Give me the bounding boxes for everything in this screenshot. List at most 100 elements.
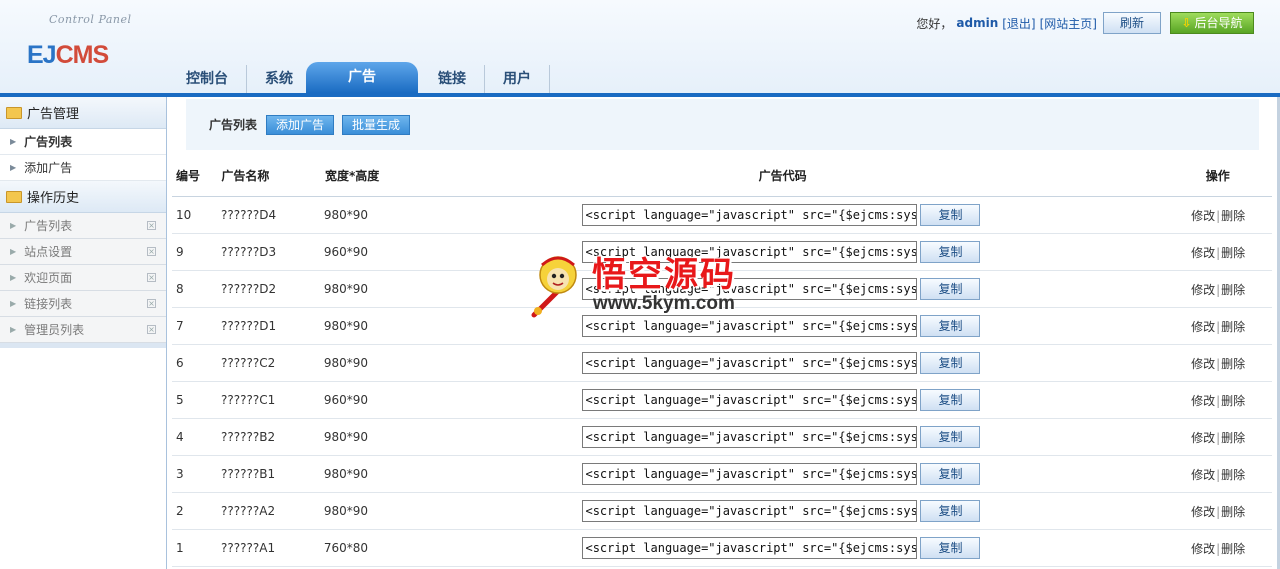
ad-code-field[interactable]: <script language="javascript" src="{$ejc…	[582, 463, 918, 485]
delete-link[interactable]: 删除	[1221, 394, 1245, 408]
toolbar-title: 广告列表	[209, 118, 258, 132]
tab-system[interactable]: 系统	[247, 65, 312, 93]
refresh-button[interactable]: 刷新	[1103, 12, 1161, 34]
row-id: 6	[176, 356, 184, 370]
ad-code-field[interactable]: <script language="javascript" src="{$ejc…	[582, 426, 918, 448]
delete-link[interactable]: 删除	[1221, 209, 1245, 223]
batch-generate-button[interactable]: 批量生成	[342, 114, 411, 135]
row-id: 9	[176, 245, 184, 259]
close-icon[interactable]: ×	[147, 247, 156, 256]
edit-link[interactable]: 修改	[1191, 246, 1215, 260]
sidebar-footer	[0, 343, 166, 348]
edit-link[interactable]: 修改	[1191, 431, 1215, 445]
header-size: 宽度*高度	[324, 169, 380, 183]
copy-button[interactable]: 复制	[920, 315, 981, 337]
sidebar-item-add-ad[interactable]: ▶ 添加广告	[0, 155, 166, 181]
sidebar-section-history[interactable]: 操作历史	[0, 181, 166, 213]
separator: |	[1216, 541, 1221, 556]
copy-button[interactable]: 复制	[920, 204, 981, 226]
delete-link[interactable]: 删除	[1221, 431, 1245, 445]
site-home-link[interactable]: [网站主页]	[1040, 15, 1097, 32]
row-name: ??????D4	[221, 208, 277, 222]
row-id: 2	[176, 504, 184, 518]
edit-link[interactable]: 修改	[1191, 283, 1215, 297]
folder-icon	[6, 190, 22, 203]
delete-link[interactable]: 删除	[1221, 283, 1245, 297]
close-icon[interactable]: ×	[147, 221, 156, 230]
table-row: 1 ??????A1 760*80 <script language="javascr…	[172, 530, 1272, 567]
row-actions: 修改|删除	[1164, 244, 1272, 261]
edit-link[interactable]: 修改	[1191, 468, 1215, 482]
triangle-icon: ▶	[10, 273, 17, 282]
row-code-cell: <script language="javascript" src="{$ejc…	[582, 426, 982, 448]
edit-link[interactable]: 修改	[1191, 542, 1215, 556]
tab-ads[interactable]: 广告	[306, 62, 418, 93]
row-id: 5	[176, 393, 184, 407]
table-row: 4 ??????B2 980*90 <script language="javascr…	[172, 419, 1272, 456]
separator: |	[1216, 393, 1221, 408]
copy-button[interactable]: 复制	[920, 426, 981, 448]
row-id: 4	[176, 430, 184, 444]
copy-button[interactable]: 复制	[920, 500, 981, 522]
row-size: 980*90	[323, 504, 369, 518]
edit-link[interactable]: 修改	[1191, 505, 1215, 519]
separator: |	[1216, 356, 1221, 371]
ad-code-field[interactable]: <script language="javascript" src="{$ejc…	[582, 204, 918, 226]
row-code-cell: <script language="javascript" src="{$ejc…	[582, 463, 982, 485]
header-code: 广告代码	[758, 169, 807, 183]
row-code-cell: <script language="javascript" src="{$ejc…	[582, 352, 982, 374]
close-icon[interactable]: ×	[147, 325, 156, 334]
history-item-site-settings[interactable]: ▶ 站点设置 ×	[0, 239, 166, 265]
sidebar-section-ad-management[interactable]: 广告管理	[0, 97, 166, 129]
triangle-icon: ▶	[10, 221, 17, 230]
delete-link[interactable]: 删除	[1221, 505, 1245, 519]
ad-code-field[interactable]: <script language="javascript" src="{$ejc…	[582, 537, 918, 559]
delete-link[interactable]: 删除	[1221, 468, 1245, 482]
edit-link[interactable]: 修改	[1191, 320, 1215, 334]
sidebar-item-ad-list[interactable]: ▶ 广告列表	[0, 129, 166, 155]
ad-list-toolbar: 广告列表 添加广告 批量生成	[186, 99, 1259, 150]
row-actions: 修改|删除	[1164, 392, 1272, 409]
copy-button[interactable]: 复制	[920, 352, 981, 374]
delete-link[interactable]: 删除	[1221, 320, 1245, 334]
delete-link[interactable]: 删除	[1221, 246, 1245, 260]
history-item-welcome[interactable]: ▶ 欢迎页面 ×	[0, 265, 166, 291]
delete-link[interactable]: 删除	[1221, 542, 1245, 556]
separator: |	[1216, 504, 1221, 519]
history-item-ad-list[interactable]: ▶ 广告列表 ×	[0, 213, 166, 239]
user-bar: 您好， admin [退出] [网站主页] 刷新 ⇩ 后台导航	[916, 12, 1254, 34]
add-ad-button[interactable]: 添加广告	[266, 114, 335, 135]
ejcms-logo: EJCMS	[27, 41, 109, 70]
section-title: 广告管理	[27, 107, 80, 122]
delete-link[interactable]: 删除	[1221, 357, 1245, 371]
row-id: 8	[176, 282, 184, 296]
row-code-cell: <script language="javascript" src="{$ejc…	[582, 537, 982, 559]
ad-code-field[interactable]: <script language="javascript" src="{$ejc…	[582, 389, 918, 411]
admin-nav-button[interactable]: ⇩ 后台导航	[1170, 12, 1254, 34]
edit-link[interactable]: 修改	[1191, 357, 1215, 371]
folder-icon	[6, 106, 22, 119]
row-name: ??????B1	[221, 467, 276, 481]
edit-link[interactable]: 修改	[1191, 394, 1215, 408]
triangle-icon: ▶	[10, 325, 17, 334]
close-icon[interactable]: ×	[147, 273, 156, 282]
ad-code-field[interactable]: <script language="javascript" src="{$ejc…	[582, 500, 918, 522]
tab-users[interactable]: 用户	[485, 65, 550, 93]
copy-button[interactable]: 复制	[920, 389, 981, 411]
edit-link[interactable]: 修改	[1191, 209, 1215, 223]
copy-button[interactable]: 复制	[920, 241, 981, 263]
table-row: 10 ??????D4 980*90 <script language="javasc…	[172, 197, 1272, 234]
main-tabs: 控制台 系统 广告 链接 用户	[168, 62, 550, 93]
history-item-link-list[interactable]: ▶ 链接列表 ×	[0, 291, 166, 317]
copy-button[interactable]: 复制	[920, 463, 981, 485]
copy-button[interactable]: 复制	[920, 278, 981, 300]
tab-dashboard[interactable]: 控制台	[168, 65, 247, 93]
logout-link[interactable]: [退出]	[1002, 15, 1035, 32]
tab-links[interactable]: 链接	[420, 65, 485, 93]
copy-button[interactable]: 复制	[920, 537, 981, 559]
username: admin	[956, 16, 999, 30]
down-arrow-icon: ⇩	[1181, 16, 1192, 30]
close-icon[interactable]: ×	[147, 299, 156, 308]
ad-code-field[interactable]: <script language="javascript" src="{$ejc…	[582, 352, 918, 374]
history-item-admin-list[interactable]: ▶ 管理员列表 ×	[0, 317, 166, 343]
